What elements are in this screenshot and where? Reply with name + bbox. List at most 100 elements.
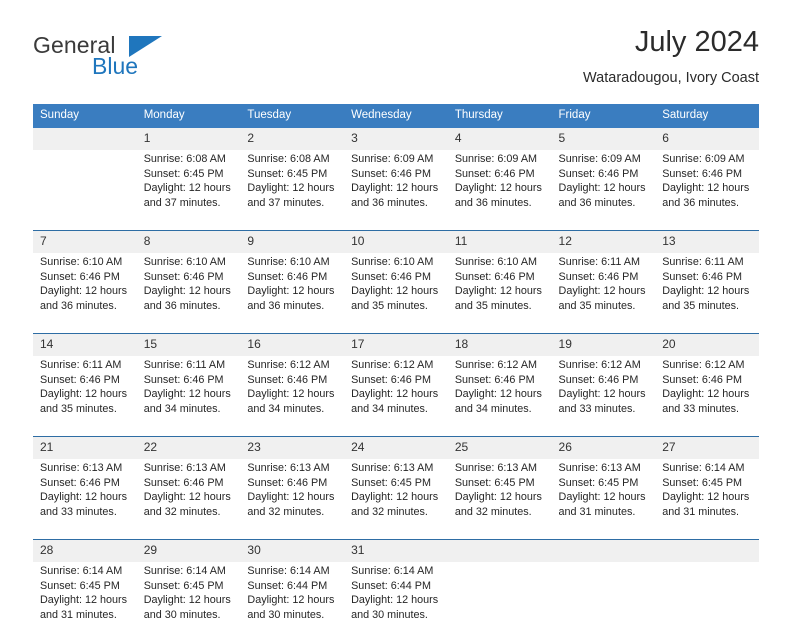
day-number-23[interactable]: 23 (240, 436, 345, 459)
day-cell-28[interactable]: Sunrise: 6:14 AM Sunset: 6:45 PM Daylight:… (33, 562, 137, 642)
day-cell-9[interactable]: Sunrise: 6:10 AM Sunset: 6:46 PM Daylight:… (240, 253, 345, 334)
day-number-27[interactable]: 27 (655, 436, 759, 459)
sunset-time: Sunset: 6:46 PM (662, 373, 743, 386)
day-cell-16[interactable]: Sunrise: 6:12 AM Sunset: 6:46 PM Daylight:… (240, 356, 345, 437)
day-cell-19[interactable]: Sunrise: 6:12 AM Sunset: 6:46 PM Daylight:… (551, 356, 656, 437)
day-cell-27[interactable]: Sunrise: 6:14 AM Sunset: 6:45 PM Daylight:… (655, 459, 759, 540)
day-cell-4[interactable]: Sunrise: 6:09 AM Sunset: 6:46 PM Daylight:… (447, 150, 552, 231)
day-cell-2[interactable]: Sunrise: 6:08 AM Sunset: 6:45 PM Daylight:… (240, 150, 345, 231)
day-number-11[interactable]: 11 (447, 230, 552, 253)
daylight-duration-cont: and 36 minutes. (351, 196, 428, 209)
sunset-time: Sunset: 6:45 PM (247, 167, 328, 180)
sunset-time: Sunset: 6:46 PM (454, 373, 535, 386)
week-daynumber-row: 14 15 16 17 18 19 20 (33, 333, 759, 356)
day-number-10[interactable]: 10 (344, 230, 448, 253)
day-cell-5[interactable]: Sunrise: 6:09 AM Sunset: 6:46 PM Daylight:… (551, 150, 656, 231)
general-blue-logo: General Blue (33, 32, 263, 90)
day-number-31[interactable]: 31 (344, 539, 448, 562)
day-cell-22[interactable]: Sunrise: 6:13 AM Sunset: 6:46 PM Daylight:… (136, 459, 241, 540)
day-number-21[interactable]: 21 (33, 436, 137, 459)
day-cell-25[interactable]: Sunrise: 6:13 AM Sunset: 6:45 PM Daylight:… (447, 459, 552, 540)
day-number-25[interactable]: 25 (447, 436, 552, 459)
daylight-duration: Daylight: 12 hours (247, 285, 335, 298)
day-number-2[interactable]: 2 (240, 128, 345, 150)
day-cell-20[interactable]: Sunrise: 6:12 AM Sunset: 6:46 PM Daylight:… (655, 356, 759, 437)
day-number-24[interactable]: 24 (344, 436, 448, 459)
day-number-28[interactable]: 28 (33, 539, 137, 562)
day-cell-18[interactable]: Sunrise: 6:12 AM Sunset: 6:46 PM Daylight:… (447, 356, 552, 437)
day-cell-15[interactable]: Sunrise: 6:11 AM Sunset: 6:46 PM Daylight:… (136, 356, 241, 437)
sunrise-time: Sunrise: 6:10 AM (40, 256, 123, 268)
day-number-17[interactable]: 17 (344, 333, 448, 356)
sunrise-time: Sunrise: 6:10 AM (247, 256, 330, 268)
day-cell-21[interactable]: Sunrise: 6:13 AM Sunset: 6:46 PM Daylight:… (33, 459, 137, 540)
daylight-duration-cont: and 36 minutes. (143, 299, 221, 312)
day-number-29[interactable]: 29 (136, 539, 241, 562)
daylight-duration: Daylight: 12 hours (662, 388, 750, 401)
sunset-time: Sunset: 6:46 PM (454, 270, 535, 283)
sunrise-time: Sunrise: 6:09 AM (454, 153, 538, 165)
day-cell-14[interactable]: Sunrise: 6:11 AM Sunset: 6:46 PM Daylight:… (33, 356, 137, 437)
day-number-19[interactable]: 19 (551, 333, 656, 356)
weekday-header-thursday: Thursday (447, 104, 552, 128)
daylight-duration: Daylight: 12 hours (143, 491, 231, 504)
sunset-time: Sunset: 6:44 PM (247, 579, 328, 592)
day-number-30[interactable]: 30 (240, 539, 345, 562)
day-cell-12[interactable]: Sunrise: 6:11 AM Sunset: 6:46 PM Daylight:… (551, 253, 656, 334)
day-number-8[interactable]: 8 (136, 230, 241, 253)
day-number-13[interactable]: 13 (655, 230, 759, 253)
day-number-18[interactable]: 18 (447, 333, 552, 356)
weekday-header-saturday: Saturday (655, 104, 759, 128)
day-number-6[interactable]: 6 (655, 128, 759, 150)
weekday-header-friday: Friday (551, 104, 656, 128)
daylight-duration: Daylight: 12 hours (247, 182, 335, 195)
daylight-duration: Daylight: 12 hours (143, 388, 231, 401)
day-number-1[interactable]: 1 (136, 128, 241, 150)
day-cell-7[interactable]: Sunrise: 6:10 AM Sunset: 6:46 PM Daylight:… (33, 253, 137, 334)
daylight-duration: Daylight: 12 hours (40, 491, 128, 504)
sunset-time: Sunset: 6:45 PM (40, 579, 120, 592)
day-number-12[interactable]: 12 (551, 230, 656, 253)
week-daynumber-row: 123456 (33, 128, 759, 150)
day-cell-29[interactable]: Sunrise: 6:14 AM Sunset: 6:45 PM Daylight:… (136, 562, 241, 642)
sunrise-time: Sunrise: 6:12 AM (351, 359, 434, 371)
daylight-duration: Daylight: 12 hours (454, 285, 542, 298)
daylight-duration-cont: and 36 minutes. (247, 299, 325, 312)
day-cell-1[interactable]: Sunrise: 6:08 AM Sunset: 6:45 PM Daylight:… (136, 150, 241, 231)
day-cell-24[interactable]: Sunrise: 6:13 AM Sunset: 6:45 PM Daylight:… (344, 459, 448, 540)
day-number-16[interactable]: 16 (240, 333, 345, 356)
day-cell-30[interactable]: Sunrise: 6:14 AM Sunset: 6:44 PM Daylight:… (240, 562, 345, 642)
daylight-duration-cont: and 34 minutes. (351, 402, 428, 415)
sunrise-time: Sunrise: 6:13 AM (40, 462, 123, 474)
day-cell-6[interactable]: Sunrise: 6:09 AM Sunset: 6:46 PM Daylight:… (655, 150, 759, 231)
day-number-empty (655, 539, 759, 562)
day-number-5[interactable]: 5 (551, 128, 656, 150)
day-cell-31[interactable]: Sunrise: 6:14 AM Sunset: 6:44 PM Daylight:… (344, 562, 448, 642)
day-cell-11[interactable]: Sunrise: 6:10 AM Sunset: 6:46 PM Daylight:… (447, 253, 552, 334)
page-subtitle: Wataradougou, Ivory Coast (583, 70, 759, 86)
day-number-20[interactable]: 20 (655, 333, 759, 356)
day-cell-empty (655, 562, 759, 642)
day-cell-13[interactable]: Sunrise: 6:11 AM Sunset: 6:46 PM Daylight:… (655, 253, 759, 334)
daylight-duration-cont: and 34 minutes. (454, 402, 532, 415)
day-number-22[interactable]: 22 (136, 436, 241, 459)
day-cell-26[interactable]: Sunrise: 6:13 AM Sunset: 6:45 PM Daylight:… (551, 459, 656, 540)
day-number-9[interactable]: 9 (240, 230, 345, 253)
day-cell-8[interactable]: Sunrise: 6:10 AM Sunset: 6:46 PM Daylight:… (136, 253, 241, 334)
day-number-7[interactable]: 7 (33, 230, 137, 253)
day-number-4[interactable]: 4 (447, 128, 552, 150)
sunrise-time: Sunrise: 6:14 AM (351, 565, 434, 577)
day-number-26[interactable]: 26 (551, 436, 656, 459)
sunrise-time: Sunrise: 6:08 AM (143, 153, 226, 165)
day-number-14[interactable]: 14 (33, 333, 137, 356)
sunrise-time: Sunrise: 6:14 AM (662, 462, 745, 474)
sunset-time: Sunset: 6:46 PM (558, 373, 639, 386)
day-number-15[interactable]: 15 (136, 333, 241, 356)
day-number-3[interactable]: 3 (344, 128, 448, 150)
day-cell-3[interactable]: Sunrise: 6:09 AM Sunset: 6:46 PM Daylight:… (344, 150, 448, 231)
day-cell-10[interactable]: Sunrise: 6:10 AM Sunset: 6:46 PM Daylight:… (344, 253, 448, 334)
sunrise-time: Sunrise: 6:09 AM (351, 153, 434, 165)
day-cell-17[interactable]: Sunrise: 6:12 AM Sunset: 6:46 PM Daylight:… (344, 356, 448, 437)
week-detail-row: Sunrise: 6:10 AM Sunset: 6:46 PM Daylight:… (33, 253, 759, 334)
day-cell-23[interactable]: Sunrise: 6:13 AM Sunset: 6:46 PM Daylight:… (240, 459, 345, 540)
